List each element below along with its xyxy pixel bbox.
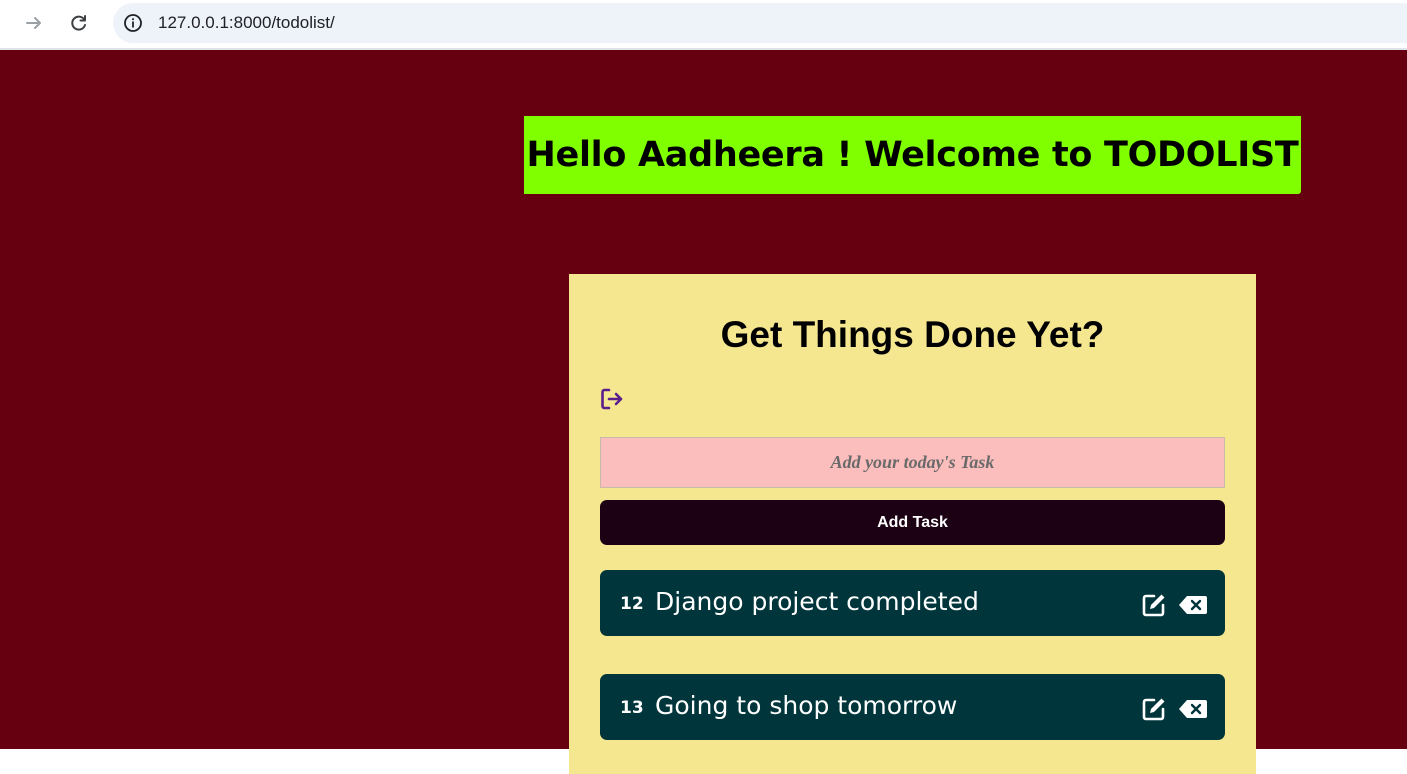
task-id: 13 [620,698,644,718]
todo-card: Get Things Done Yet? Add Task 12 Django … [569,274,1256,774]
logout-icon [601,388,623,410]
task-item: 12 Django project completed [600,570,1225,636]
task-text: Django project completed [655,587,979,616]
logout-button[interactable] [599,386,625,412]
add-task-button[interactable]: Add Task [600,500,1225,545]
reload-icon [71,15,86,31]
url-text[interactable]: 127.0.0.1:8000/todolist/ [158,13,335,33]
greeting-text: Hello Aadheera ! Welcome to TODOLIST [526,135,1299,175]
page-background: Hello Aadheera ! Welcome to TODOLIST Get… [0,50,1407,774]
task-text: Going to shop tomorrow [655,691,958,720]
address-bar[interactable]: 127.0.0.1:8000/todolist/ [113,3,1407,43]
edit-icon[interactable] [1141,592,1167,618]
task-id: 12 [620,594,644,614]
reload-button[interactable] [66,10,92,36]
edit-icon[interactable] [1141,696,1167,722]
card-title: Get Things Done Yet? [720,314,1105,355]
task-input[interactable] [600,437,1225,488]
delete-icon[interactable] [1178,595,1208,615]
site-info-icon[interactable] [123,13,143,33]
browser-toolbar: 127.0.0.1:8000/todolist/ [0,0,1407,50]
arrow-right-icon [26,17,41,29]
greeting-banner: Hello Aadheera ! Welcome to TODOLIST [524,116,1301,194]
delete-icon[interactable] [1178,699,1208,719]
task-item: 13 Going to shop tomorrow [600,674,1225,740]
forward-button[interactable] [21,10,47,36]
